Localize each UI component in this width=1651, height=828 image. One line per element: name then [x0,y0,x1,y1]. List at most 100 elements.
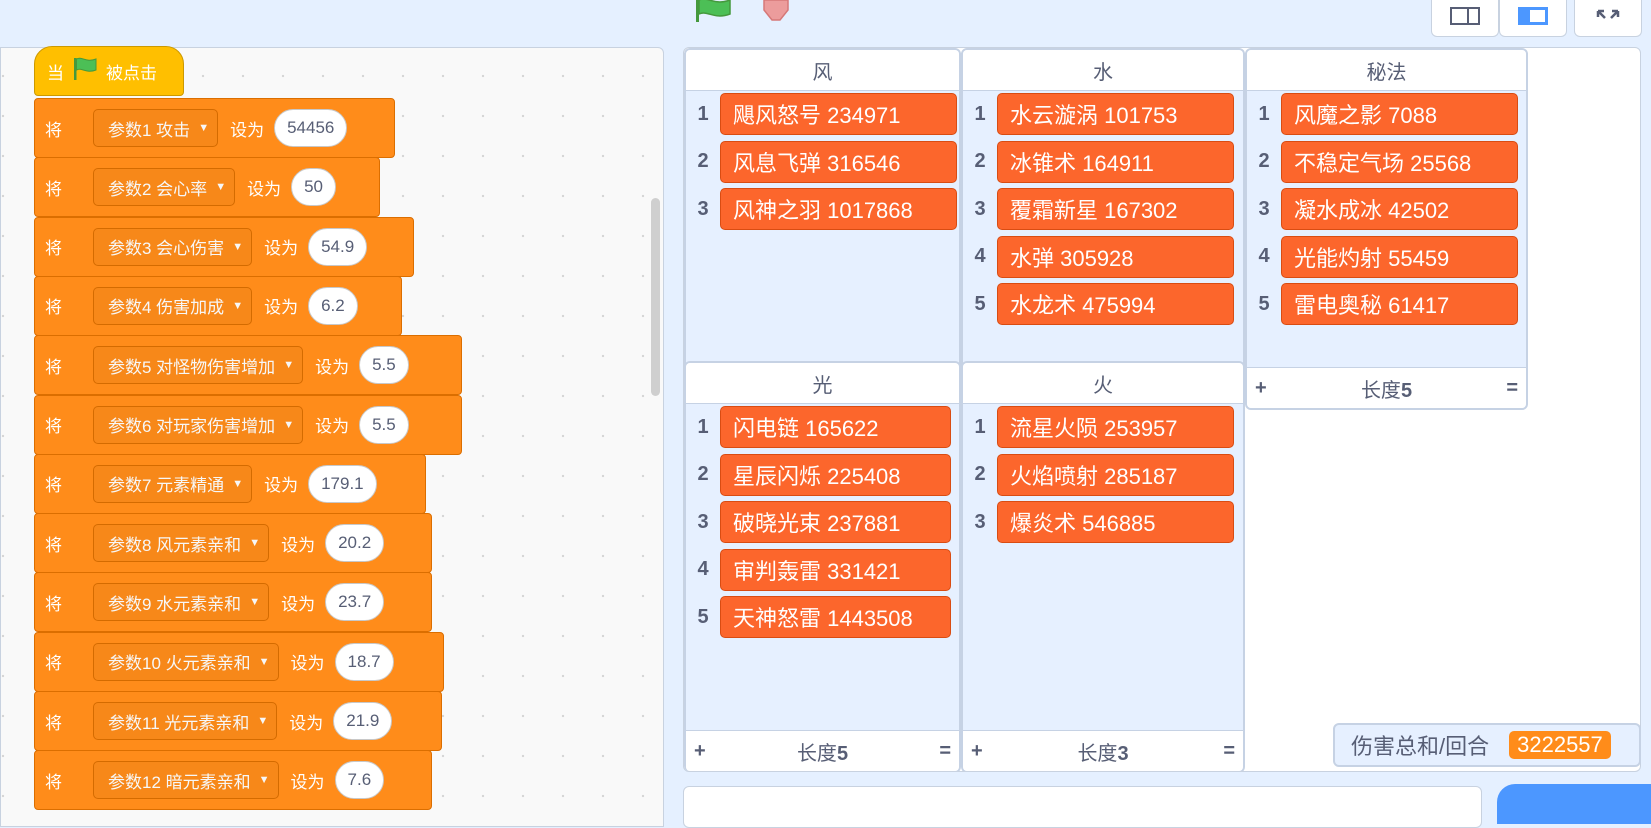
set-variable-block[interactable]: 将 参数11 光元素亲和 ▼ 设为 21.9 [34,691,442,751]
list-item[interactable]: 爆炎术 546885 [997,501,1234,543]
row-index: 4 [974,245,986,267]
list-row: 4 光能灼射 55459 [1247,235,1518,279]
list-monitor[interactable]: 秘法 1 风魔之影 7088 2 不稳定气场 25568 3 凝水成冰 42502 4 光能灼射… [1245,48,1528,410]
list-item[interactable]: 星辰闪烁 225408 [720,453,951,496]
value-input[interactable]: 50 [291,168,336,207]
fullscreen-button[interactable] [1574,0,1642,37]
set-variable-block[interactable]: 将 参数3 会心伤害 ▼ 设为 54.9 [34,216,414,277]
row-index: 1 [697,415,709,438]
list-item[interactable]: 冰锥术 164911 [997,140,1234,183]
row-index: 1 [974,415,986,438]
variable-dropdown[interactable]: 参数12 暗元素亲和 ▼ [93,761,279,800]
list-item[interactable]: 审判轰雷 331421 [720,548,951,591]
set-to-label: 设为 [290,654,325,674]
value-input[interactable]: 5.5 [359,405,409,444]
list-item[interactable]: 飓风怒号 234971 [720,93,957,135]
normal-stage-button[interactable] [1499,0,1567,37]
variable-monitor[interactable]: 伤害总和/回合 3222557 [1333,723,1641,767]
variable-dropdown[interactable]: 参数7 元素精通 ▼ [93,464,253,503]
add-item-button[interactable]: + [971,740,983,763]
variable-dropdown[interactable]: 参数8 风元素亲和 ▼ [93,524,270,563]
list-footer: + 长度3 = [963,730,1243,771]
list-item[interactable]: 光能灼射 55459 [1281,235,1518,278]
row-index: 4 [697,558,709,580]
variable-dropdown[interactable]: 参数6 对玩家伤害增加 ▼ [93,405,304,444]
set-variable-block[interactable]: 将 参数12 暗元素亲和 ▼ 设为 7.6 [34,750,432,811]
chevron-down-icon: ▼ [257,715,269,727]
list-item[interactable]: 凝水成冰 42502 [1281,188,1518,230]
code-scrollbar[interactable] [651,198,660,396]
add-item-button[interactable]: + [1255,377,1267,400]
variable-dropdown[interactable]: 参数2 会心率 ▼ [93,168,236,207]
resize-handle[interactable]: = [1223,740,1235,763]
list-row: 2 不稳定气场 25568 [1247,140,1518,184]
value-input[interactable]: 23.7 [325,583,385,622]
stage[interactable]: 风 1 飓风怒号 234971 2 风息飞弹 316546 3 风神之羽 1017868 水 1… [683,47,1641,772]
chevron-down-icon: ▼ [283,418,295,431]
list-item[interactable]: 覆霜新星 167302 [997,188,1234,230]
value-input[interactable]: 54456 [274,109,348,147]
list-item[interactable]: 风息飞弹 316546 [720,140,957,183]
row-index: 5 [974,292,986,315]
list-item[interactable]: 雷电奥秘 61417 [1281,283,1518,325]
normal-stage-icon [1518,7,1548,25]
variable-dropdown[interactable]: 参数4 伤害加成 ▼ [93,286,253,325]
set-variable-block[interactable]: 将 参数8 风元素亲和 ▼ 设为 20.2 [34,513,432,574]
list-item[interactable]: 水龙术 475994 [997,283,1234,325]
list-length: 长度5 [796,742,849,765]
list-item[interactable]: 闪电链 165622 [720,406,951,448]
row-index: 3 [974,510,986,533]
list-item[interactable]: 破晓光束 237881 [720,501,951,543]
variable-dropdown[interactable]: 参数1 攻击 ▼ [93,109,219,147]
set-variable-block[interactable]: 将 参数5 对怪物伤害增加 ▼ 设为 5.5 [34,335,462,396]
list-item[interactable]: 水云漩涡 101753 [997,93,1234,135]
row-index: 3 [697,510,709,533]
small-stage-button[interactable] [1431,0,1499,37]
set-variable-block[interactable]: 将 参数6 对玩家伤害增加 ▼ 设为 5.5 [34,394,462,455]
value-input[interactable]: 6.2 [308,286,358,325]
add-sprite-button[interactable] [1497,784,1651,824]
set-variable-block[interactable]: 将 参数4 伤害加成 ▼ 设为 6.2 [34,275,402,336]
list-item[interactable]: 天神怒雷 1443508 [720,596,951,638]
resize-handle[interactable]: = [1506,377,1518,400]
value-input[interactable]: 5.5 [359,346,409,385]
value-input[interactable]: 21.9 [333,702,393,740]
variable-name: 参数4 伤害加成 [108,298,225,318]
set-variable-block[interactable]: 将 参数1 攻击 ▼ 设为 54456 [34,98,395,158]
list-row: 1 水云漩涡 101753 [963,92,1234,136]
variable-dropdown[interactable]: 参数11 光元素亲和 ▼ [93,702,278,740]
set-variable-block[interactable]: 将 参数7 元素精通 ▼ 设为 179.1 [34,453,426,514]
block-keyword: 将 [45,179,62,199]
variable-dropdown[interactable]: 参数5 对怪物伤害增加 ▼ [93,346,304,385]
hat-suffix: 被点击 [106,63,157,83]
value-input[interactable]: 54.9 [308,227,368,266]
green-flag-icon[interactable] [692,0,736,24]
value-input[interactable]: 20.2 [325,524,385,563]
list-monitor[interactable]: 光 1 闪电链 165622 2 星辰闪烁 225408 3 破晓光束 237881 4 审判轰… [684,361,961,771]
list-item[interactable]: 不稳定气场 25568 [1281,140,1518,183]
variable-dropdown[interactable]: 参数3 会心伤害 ▼ [93,227,253,266]
value-input[interactable]: 179.1 [308,464,377,503]
variable-name: 参数10 火元素亲和 [108,654,251,674]
resize-handle[interactable]: = [939,740,951,763]
list-footer: + 长度5 = [1247,367,1526,408]
variable-dropdown[interactable]: 参数9 水元素亲和 ▼ [93,583,270,622]
variable-name: 参数8 风元素亲和 [108,535,242,555]
list-item[interactable]: 火焰喷射 285187 [997,453,1234,496]
list-monitor[interactable]: 火 1 流星火陨 253957 2 火焰喷射 285187 3 爆炎术 546885 + 长度3… [961,361,1245,771]
when-flag-clicked-block[interactable]: 当 被点击 [34,46,184,96]
stop-icon[interactable] [756,0,796,24]
list-item[interactable]: 水弹 305928 [997,235,1234,278]
variable-dropdown[interactable]: 参数10 火元素亲和 ▼ [93,642,279,681]
chevron-down-icon: ▼ [258,655,270,668]
set-variable-block[interactable]: 将 参数2 会心率 ▼ 设为 50 [34,157,380,218]
list-item[interactable]: 风神之羽 1017868 [720,188,957,230]
list-item[interactable]: 风魔之影 7088 [1281,93,1518,135]
set-variable-block[interactable]: 将 参数9 水元素亲和 ▼ 设为 23.7 [34,572,432,633]
add-item-button[interactable]: + [694,740,706,763]
set-variable-block[interactable]: 将 参数10 火元素亲和 ▼ 设为 18.7 [34,631,444,692]
value-input[interactable]: 7.6 [334,761,385,800]
value-input[interactable]: 18.7 [334,642,394,681]
row-index: 2 [1258,150,1270,172]
list-item[interactable]: 流星火陨 253957 [997,406,1234,448]
